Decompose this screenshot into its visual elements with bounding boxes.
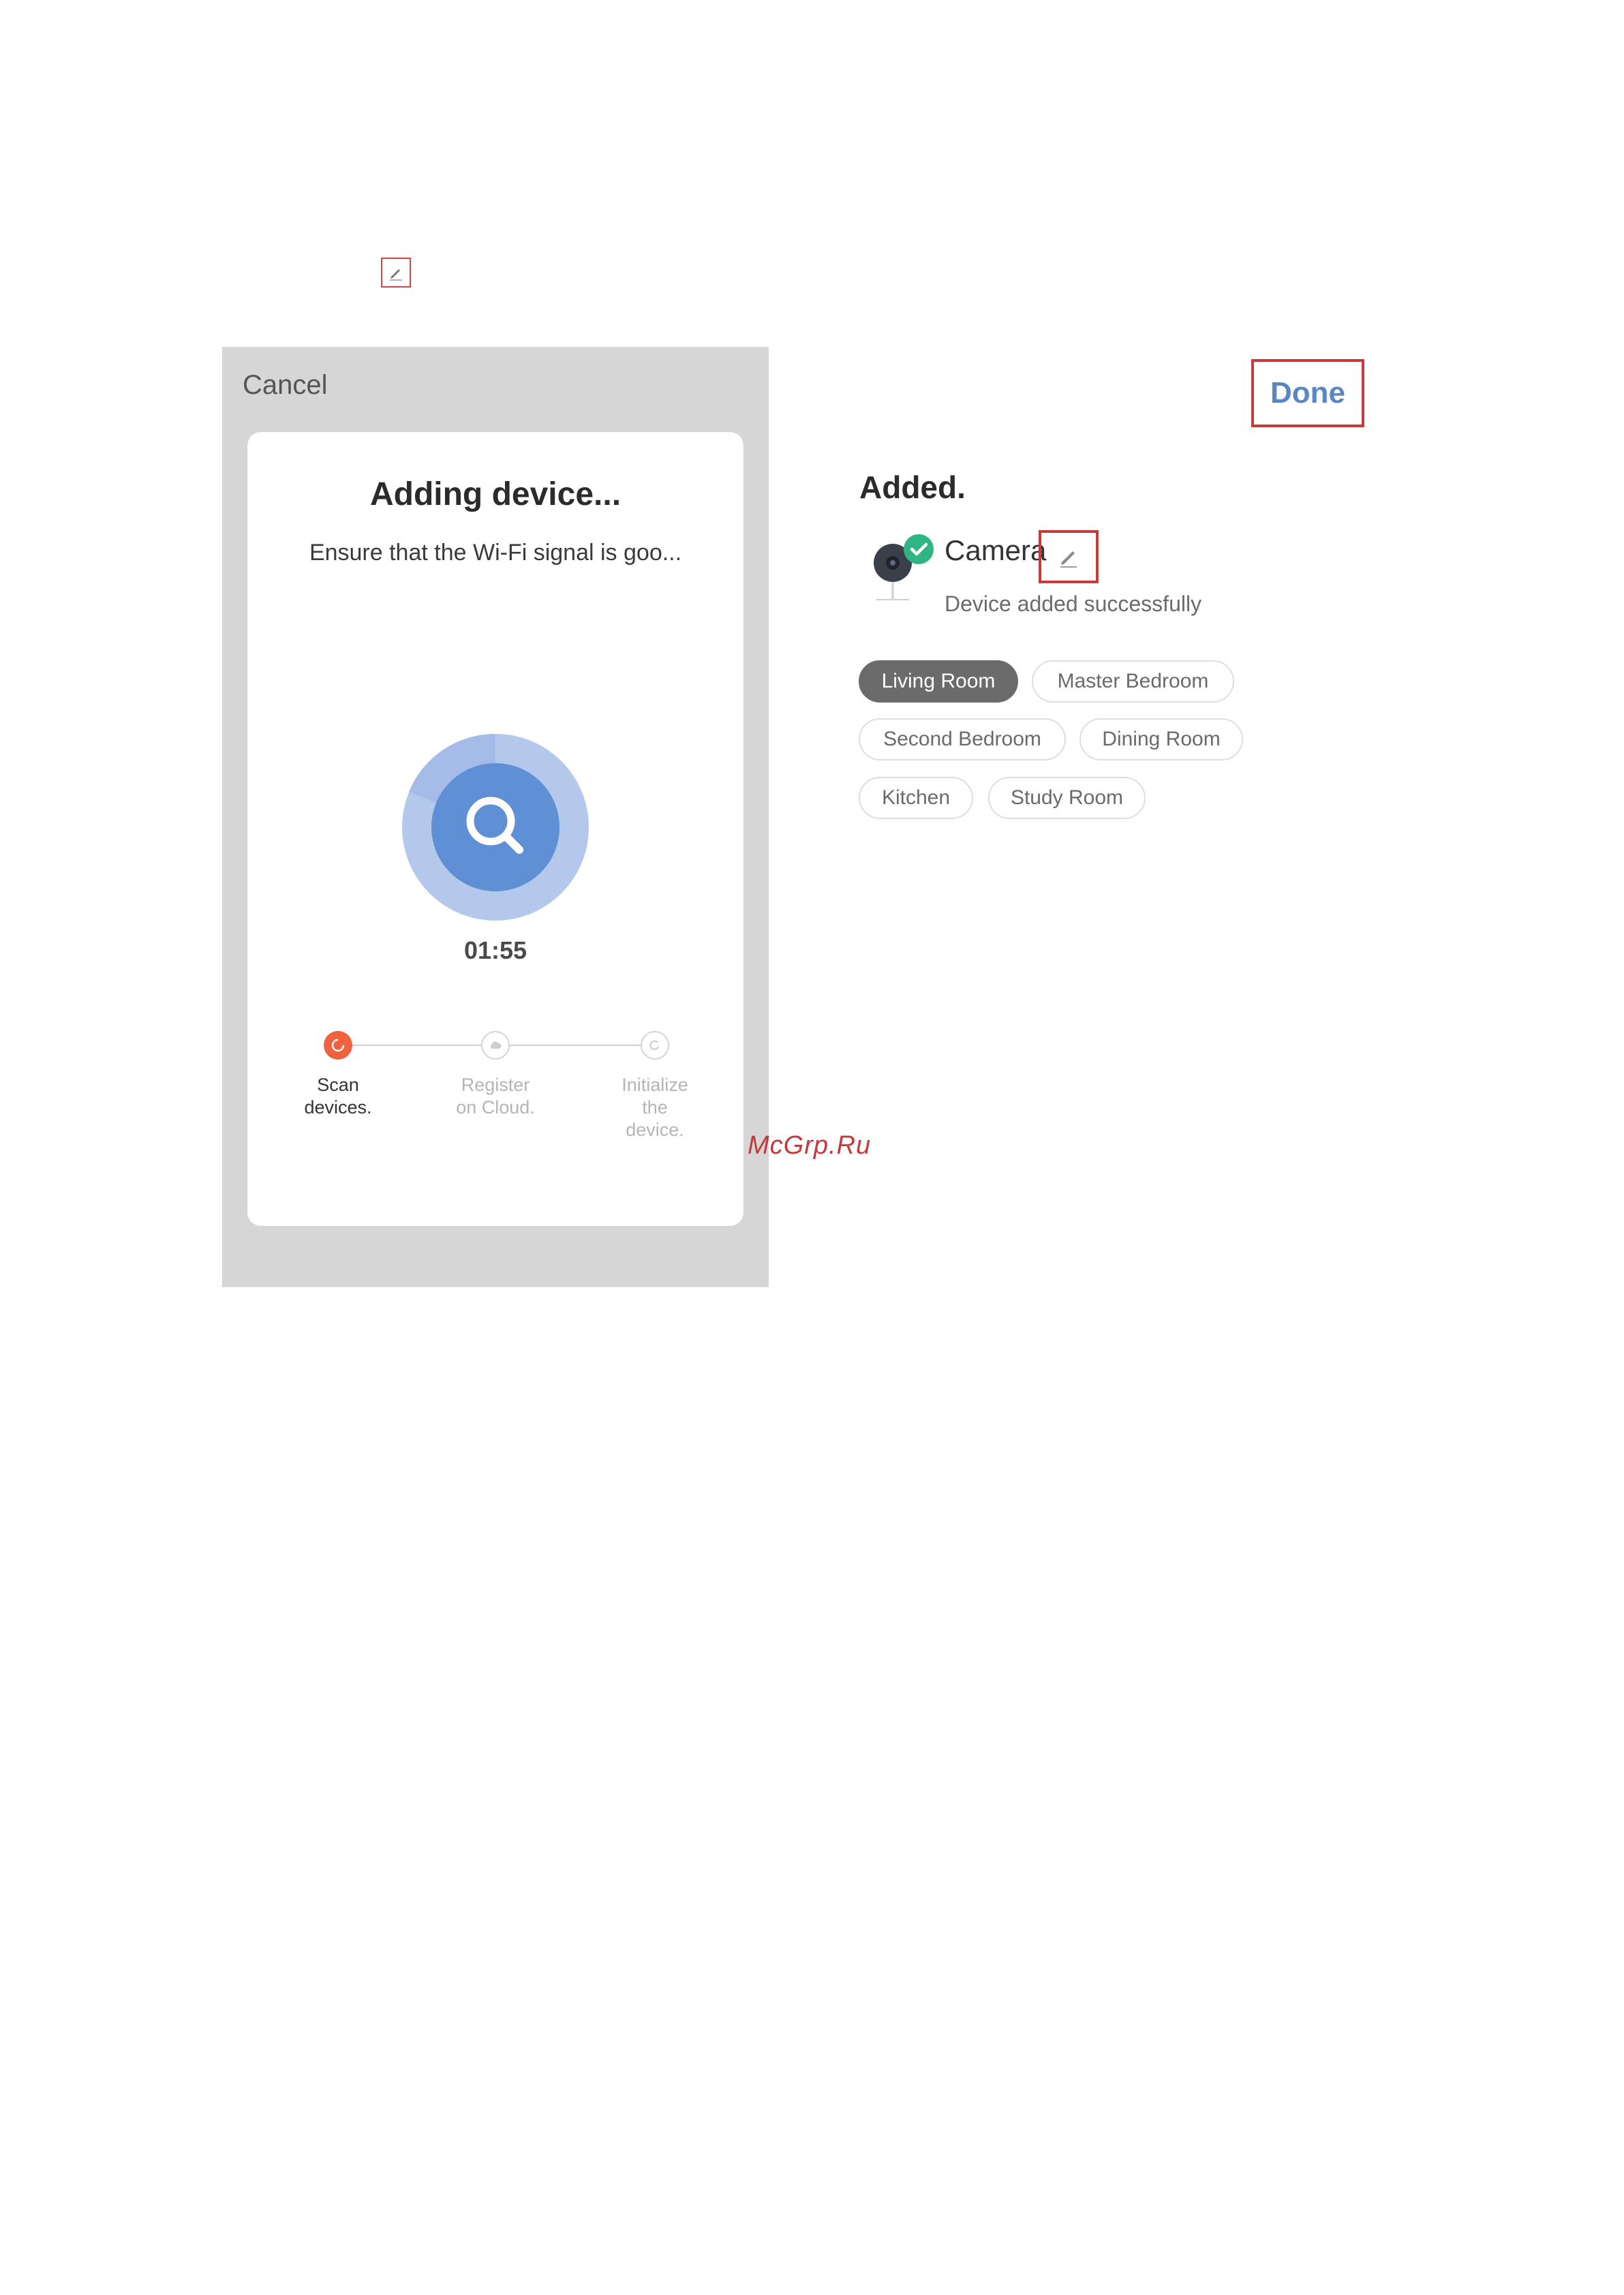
edit-name-button[interactable] [1039,530,1099,583]
device-name: Camera [945,534,1047,566]
edit-icon-reference [381,258,411,288]
added-heading: Added. [859,469,966,505]
power-icon [649,1040,660,1050]
step-cloud-label: Register on Cloud. [456,1075,535,1118]
room-chip-living-room[interactable]: Living Room [859,660,1018,703]
pencil-icon [390,269,402,281]
step-cloud-indicator [481,1031,510,1060]
done-button[interactable]: Done [1270,376,1345,410]
wifi-hint: Ensure that the Wi-Fi signal is goo... [309,540,682,566]
step-scan-label: Scan devices. [304,1075,372,1118]
refresh-icon [331,1038,345,1052]
done-button-highlight: Done [1251,359,1364,427]
room-chip-kitchen[interactable]: Kitchen [859,777,973,819]
camera-icon [874,534,934,600]
watermark: McGrp.Ru [748,1131,872,1160]
adding-device-screen: Cancel Adding device... Ensure that the … [222,347,769,1287]
device-status: Device added successfully [945,591,1202,616]
room-chip-master-bedroom[interactable]: Master Bedroom [1032,660,1234,703]
cloud-icon [490,1041,502,1049]
check-icon [904,534,934,564]
countdown-timer: 01:55 [463,936,527,964]
step-initialize-label: Initialize the device. [622,1075,688,1140]
cancel-button[interactable]: Cancel [243,370,328,401]
room-chip-dining-room[interactable]: Dining Room [1079,718,1243,760]
scan-progress-icon [402,734,589,921]
adding-device-card: Adding device... Ensure that the Wi-Fi s… [247,432,744,1226]
pencil-icon [1060,551,1077,568]
page-title: Adding device... [369,476,622,512]
room-chip-second-bedroom[interactable]: Second Bedroom [859,718,1066,760]
room-chip-study-room[interactable]: Study Room [988,777,1146,819]
step-initialize-indicator [641,1031,669,1060]
step-scan-indicator [324,1031,352,1060]
